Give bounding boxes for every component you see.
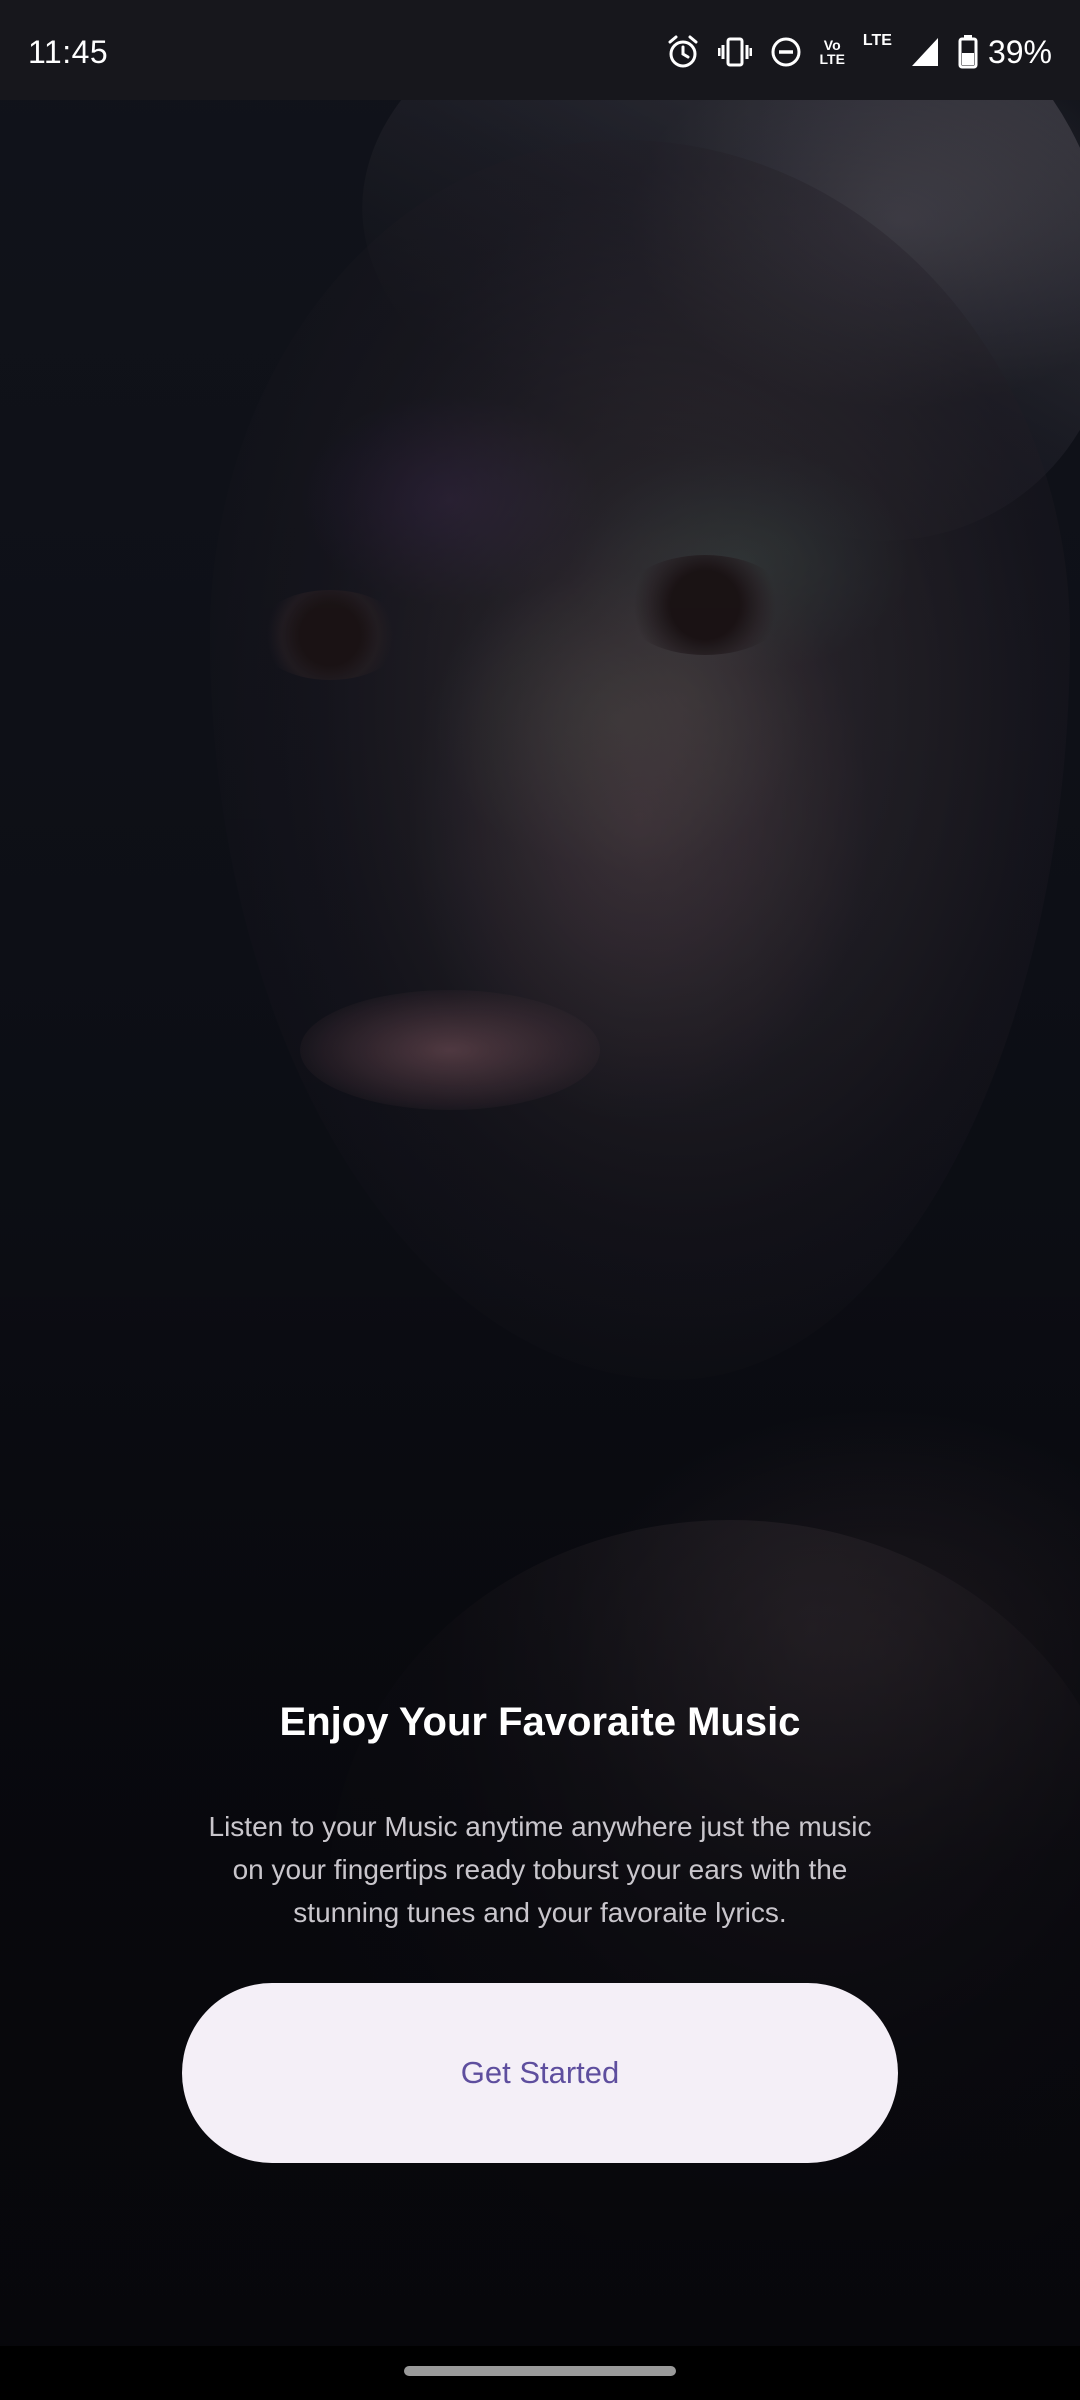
navigation-bar xyxy=(0,2346,1080,2400)
get-started-button[interactable]: Get Started xyxy=(182,1983,898,2163)
signal-icon xyxy=(910,36,940,68)
home-gesture-handle[interactable] xyxy=(404,2366,676,2376)
lte-icon: LTE xyxy=(862,32,892,49)
onboarding-title: Enjoy Your Favoraite Music xyxy=(279,1700,801,1744)
status-bar: 11:45 Vo LTE LTE 39% xyxy=(0,0,1080,100)
vibrate-icon xyxy=(717,36,752,68)
battery-percent: 39% xyxy=(987,33,1052,70)
status-icons: Vo LTE LTE 39% xyxy=(666,30,1052,74)
onboarding-description: Listen to your Music anytime anywhere ju… xyxy=(208,1811,872,1928)
status-time: 11:45 xyxy=(28,34,109,70)
do-not-disturb-icon xyxy=(770,36,802,68)
battery-icon xyxy=(958,35,978,69)
alarm-icon xyxy=(666,34,700,70)
onboarding-screen: 11:45 Vo LTE LTE 39% Enjoy Your Favorait… xyxy=(0,0,1080,2400)
volte-icon: Vo LTE xyxy=(819,37,845,67)
